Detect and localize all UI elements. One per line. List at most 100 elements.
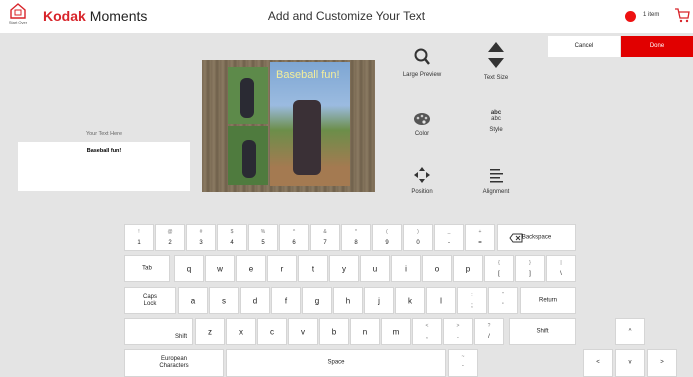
key-shift-char: ": [502, 292, 504, 298]
key-o[interactable]: o: [422, 255, 452, 282]
key-label: Tab: [142, 265, 152, 271]
key-j[interactable]: j: [364, 287, 394, 314]
key-q[interactable]: q: [174, 255, 204, 282]
key-0[interactable]: ) 0: [403, 224, 433, 251]
key-e[interactable]: e: [236, 255, 266, 282]
arrow-down-key[interactable]: v: [615, 349, 645, 377]
key-label: e: [248, 264, 254, 273]
key-][interactable]: }]: [515, 255, 545, 282]
key-char: 7: [323, 240, 327, 246]
key-label: Space: [327, 359, 345, 366]
key-p[interactable]: p: [453, 255, 483, 282]
key-quote[interactable]: " ': [488, 287, 518, 314]
key-backtick[interactable]: ~ `: [448, 349, 478, 377]
cancel-button[interactable]: Cancel: [548, 36, 620, 57]
cart-icon[interactable]: [674, 7, 690, 23]
position-button[interactable]: Position: [397, 166, 447, 195]
space-key[interactable]: Space: [226, 349, 446, 377]
key-label: c: [270, 327, 274, 336]
shift-right-key[interactable]: Shift: [509, 318, 576, 345]
key-y[interactable]: y: [329, 255, 359, 282]
key-7[interactable]: & 7: [310, 224, 340, 251]
arrow-up-key[interactable]: ^: [615, 318, 645, 345]
key-m[interactable]: m: [381, 318, 411, 345]
key-2[interactable]: @2: [155, 224, 185, 251]
cart-count[interactable]: 1 item: [643, 12, 659, 18]
key-char: 1: [137, 240, 141, 246]
european-characters-key[interactable]: European Characters: [124, 349, 224, 377]
key-k[interactable]: k: [395, 287, 425, 314]
key-label: v: [301, 327, 305, 336]
key-a[interactable]: a: [178, 287, 208, 314]
key-label: a: [190, 296, 196, 305]
alignment-button[interactable]: Alignment: [471, 166, 521, 195]
position-label: Position: [411, 189, 433, 195]
key-x[interactable]: x: [226, 318, 256, 345]
style-button[interactable]: abc abc Style: [471, 110, 521, 133]
color-button[interactable]: Color: [397, 112, 447, 137]
large-preview-button[interactable]: Large Preview: [397, 47, 447, 78]
key-=[interactable]: + =: [465, 224, 495, 251]
key-c[interactable]: c: [257, 318, 287, 345]
arrow-left-key[interactable]: <: [583, 349, 613, 377]
alert-icon[interactable]: [625, 11, 636, 22]
key-comma[interactable]: <,: [412, 318, 442, 345]
key-n[interactable]: n: [350, 318, 380, 345]
key-label: t: [311, 264, 315, 273]
key-r[interactable]: r: [267, 255, 297, 282]
key-4[interactable]: $4: [217, 224, 247, 251]
key-f[interactable]: f: [271, 287, 301, 314]
style-abc-regular: abc: [491, 116, 501, 122]
key-t[interactable]: t: [298, 255, 328, 282]
key-\[interactable]: | \: [546, 255, 576, 282]
style-abc-icon: abc abc: [471, 110, 521, 122]
player-figure-small-2: [242, 140, 256, 178]
player-figure-large: [293, 100, 321, 175]
key-u[interactable]: u: [360, 255, 390, 282]
key-l[interactable]: l: [426, 287, 456, 314]
key-shift-char: <: [425, 323, 429, 329]
key-shift-char: &: [323, 229, 327, 235]
shift-left-key[interactable]: Shift: [124, 318, 193, 345]
key-char: \: [560, 271, 562, 277]
alignment-label: Alignment: [482, 189, 510, 195]
key-8[interactable]: * 8: [341, 224, 371, 251]
text-size-button[interactable]: Text Size: [471, 40, 521, 81]
backspace-key[interactable]: Backspace: [497, 224, 576, 251]
key-i[interactable]: i: [391, 255, 421, 282]
key-char: [: [498, 271, 500, 277]
key-s[interactable]: s: [209, 287, 239, 314]
key-1[interactable]: ! 1: [124, 224, 154, 251]
key-w[interactable]: w: [205, 255, 235, 282]
key-semicolon[interactable]: :;: [457, 287, 487, 314]
key-char: 0: [416, 240, 420, 246]
tab-key[interactable]: Tab: [124, 255, 170, 282]
key-d[interactable]: d: [240, 287, 270, 314]
caps-lock-key[interactable]: Caps Lock: [124, 287, 176, 314]
key-char: =: [478, 240, 482, 246]
key-6[interactable]: ^ 6: [279, 224, 309, 251]
key-5[interactable]: % 5: [248, 224, 278, 251]
key-g[interactable]: g: [302, 287, 332, 314]
key-period[interactable]: >.: [443, 318, 473, 345]
key-char: 5: [261, 240, 265, 246]
key-shift-char: $: [230, 229, 234, 235]
text-entry-field[interactable]: Baseball fun!: [18, 142, 190, 191]
key-char: 8: [354, 240, 358, 246]
arrow-right-key[interactable]: >: [647, 349, 677, 377]
magnifier-icon: [414, 48, 430, 65]
return-key[interactable]: Return: [520, 287, 576, 314]
key-char: 2: [168, 240, 172, 246]
done-button[interactable]: Done: [621, 36, 693, 57]
key-slash[interactable]: ? /: [474, 318, 504, 345]
key-b[interactable]: b: [319, 318, 349, 345]
key-h[interactable]: h: [333, 287, 363, 314]
key-z[interactable]: z: [195, 318, 225, 345]
key-char: 4: [230, 240, 234, 246]
key-label: b: [331, 327, 337, 336]
key-9[interactable]: (9: [372, 224, 402, 251]
key-3[interactable]: #3: [186, 224, 216, 251]
key--[interactable]: _ -: [434, 224, 464, 251]
key-[[interactable]: {[: [484, 255, 514, 282]
key-v[interactable]: v: [288, 318, 318, 345]
